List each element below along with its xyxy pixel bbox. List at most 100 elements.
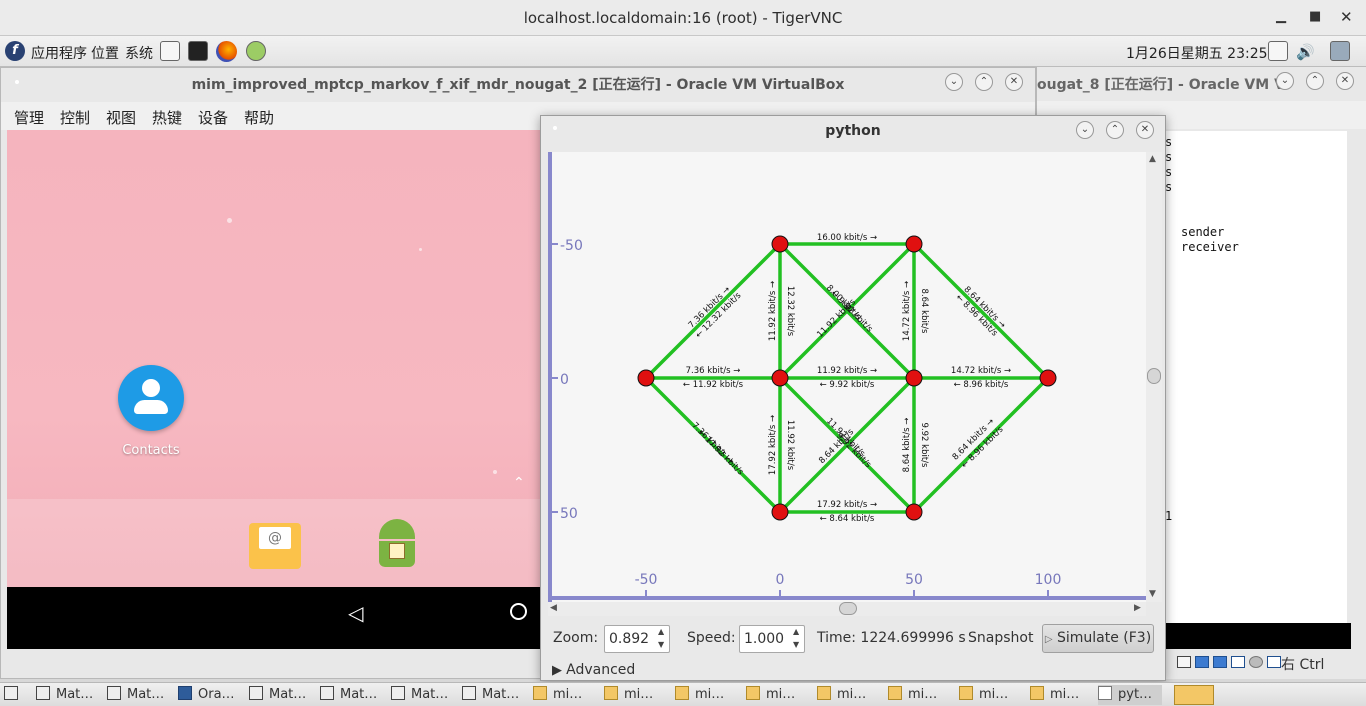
email-app-icon[interactable]: @ [249, 523, 301, 569]
close-icon[interactable]: ✕ [1136, 121, 1154, 139]
taskbar-item[interactable]: mi… [1030, 685, 1079, 705]
chevron-up-icon[interactable]: ⌃ [1306, 72, 1324, 90]
home-icon[interactable] [510, 603, 527, 620]
scroll-down-icon[interactable]: ▼ [1149, 589, 1156, 599]
link-label: 16.00 kbit/s → [817, 233, 877, 243]
places-menu[interactable]: 位置 [91, 43, 119, 63]
terminal-icon [391, 686, 405, 700]
taskbar-item-label: mi… [837, 687, 867, 702]
speed-spinbox[interactable]: 1.000 ▲ ▼ [739, 625, 805, 653]
taskbar-item[interactable]: mi… [533, 685, 582, 705]
clock[interactable]: 1月26日星期五 23:25 [1126, 43, 1268, 63]
menu-devices[interactable]: 设备 [198, 107, 228, 128]
taskbar-item-label: Mat… [269, 687, 307, 702]
android-screen[interactable]: Contacts ⌃ @ ◁ [7, 130, 541, 649]
chevron-up-icon[interactable]: ⌃ [975, 73, 993, 91]
taskbar-item[interactable]: Mat… [249, 685, 306, 705]
taskbar-item[interactable]: Mat… [36, 685, 93, 705]
taskbar-item[interactable]: mi… [746, 685, 795, 705]
term-line: s [1165, 150, 1173, 164]
menu-manage[interactable]: 管理 [14, 107, 44, 128]
back-icon[interactable]: ◁ [348, 601, 363, 625]
advanced-expander[interactable]: ▶ Advanced [552, 662, 635, 678]
menu-help[interactable]: 帮助 [244, 107, 274, 128]
network-tool-icon[interactable] [246, 41, 266, 61]
taskbar-item[interactable]: mi… [888, 685, 937, 705]
node[interactable] [905, 369, 923, 387]
show-desktop-button[interactable] [4, 685, 24, 705]
menu-hotkeys[interactable]: 热键 [152, 107, 182, 128]
vertical-scroll-thumb[interactable] [1147, 368, 1161, 384]
chevron-down-icon[interactable]: ⌄ [1076, 121, 1094, 139]
chevron-down-icon[interactable]: ⌄ [945, 73, 963, 91]
taskbar-item[interactable]: mi… [817, 685, 866, 705]
chevron-up-icon[interactable]: ⌃ [1106, 121, 1124, 139]
node[interactable] [1039, 369, 1057, 387]
menu-control[interactable]: 控制 [60, 107, 90, 128]
text-editor-launcher-icon[interactable] [160, 41, 180, 61]
keyboard-icon[interactable] [1268, 41, 1288, 61]
close-icon[interactable]: ✕ [1005, 73, 1023, 91]
folder-icon [1030, 686, 1044, 700]
taskbar-item[interactable]: Mat… [107, 685, 164, 705]
volume-icon[interactable]: 🔊 [1296, 43, 1315, 61]
chevron-up-icon[interactable]: ⌃ [513, 475, 525, 491]
vertical-scrollbar[interactable]: ▲ ▼ [1146, 152, 1162, 602]
simulate-button[interactable]: ▷ Simulate (F3) [1042, 624, 1154, 653]
hdd-status-icon[interactable] [1177, 656, 1191, 668]
spin-up-icon[interactable]: ▲ [793, 627, 799, 636]
scroll-up-icon[interactable]: ▲ [1149, 154, 1156, 164]
taskbar-item[interactable]: mi… [604, 685, 653, 705]
links [644, 242, 1050, 514]
desktop-icon [4, 686, 18, 700]
menu-view[interactable]: 视图 [106, 107, 136, 128]
contacts-app-icon[interactable] [118, 365, 184, 431]
close-icon[interactable]: ✕ [1340, 8, 1353, 26]
spin-down-icon[interactable]: ▼ [658, 640, 664, 649]
taskbar-item[interactable]: Mat… [320, 685, 377, 705]
node[interactable] [637, 369, 655, 387]
zoom-spinbox[interactable]: 0.892 ▲ ▼ [604, 625, 670, 653]
usb-status-icon[interactable] [1231, 656, 1245, 668]
node[interactable] [905, 503, 923, 521]
simulation-canvas[interactable]: -50 0 50 -50 0 50 100 16.00 kbit/s → 7.3… [548, 152, 1146, 602]
node[interactable] [771, 503, 789, 521]
spin-down-icon[interactable]: ▼ [793, 640, 799, 649]
taskbar-item-active[interactable]: pyt… [1098, 685, 1163, 705]
chevron-down-icon[interactable]: ⌄ [1276, 72, 1294, 90]
vm2-terminal[interactable]: s s s s sender receiver 1 [1165, 131, 1347, 623]
minimize-icon[interactable]: ▁ [1276, 9, 1286, 24]
network-status-icon[interactable] [1213, 656, 1227, 668]
android-app-icon[interactable] [373, 519, 421, 575]
firefox-icon[interactable] [216, 41, 237, 62]
applications-menu[interactable]: 应用程序 [31, 43, 87, 63]
fedora-logo-icon[interactable]: f [5, 41, 25, 61]
node[interactable] [905, 235, 923, 253]
taskbar-item[interactable]: Ora… [178, 685, 235, 705]
shared-folder-icon[interactable] [1249, 656, 1263, 668]
taskbar-item[interactable]: Mat… [462, 685, 519, 705]
node[interactable] [771, 235, 789, 253]
node[interactable] [771, 369, 789, 387]
horizontal-scroll-thumb[interactable] [839, 602, 857, 615]
terminal-launcher-icon[interactable] [188, 41, 208, 61]
display-status-icon[interactable] [1267, 656, 1281, 668]
zoom-value: 0.892 [609, 631, 650, 647]
taskbar-item[interactable]: Mat… [391, 685, 448, 705]
taskbar-item[interactable]: mi… [675, 685, 724, 705]
link-label: 11.92 kbit/s → [768, 281, 778, 341]
horizontal-scrollbar[interactable]: ◀ ▶ [548, 602, 1146, 616]
scroll-left-icon[interactable]: ◀ [550, 603, 557, 613]
taskbar-item-label: Mat… [127, 687, 165, 702]
close-icon[interactable]: ✕ [1336, 72, 1354, 90]
scroll-right-icon[interactable]: ▶ [1134, 603, 1141, 613]
optical-status-icon[interactable] [1195, 656, 1209, 668]
workspace-switcher[interactable] [1174, 685, 1214, 705]
maximize-icon[interactable]: ■ [1309, 9, 1321, 24]
snapshot-button[interactable]: Snapshot [968, 630, 1033, 646]
network-icon[interactable] [1330, 41, 1350, 61]
taskbar-item[interactable]: mi… [959, 685, 1008, 705]
system-menu[interactable]: 系统 [125, 43, 153, 63]
x-tick-label: -50 [635, 572, 658, 588]
spin-up-icon[interactable]: ▲ [658, 627, 664, 636]
